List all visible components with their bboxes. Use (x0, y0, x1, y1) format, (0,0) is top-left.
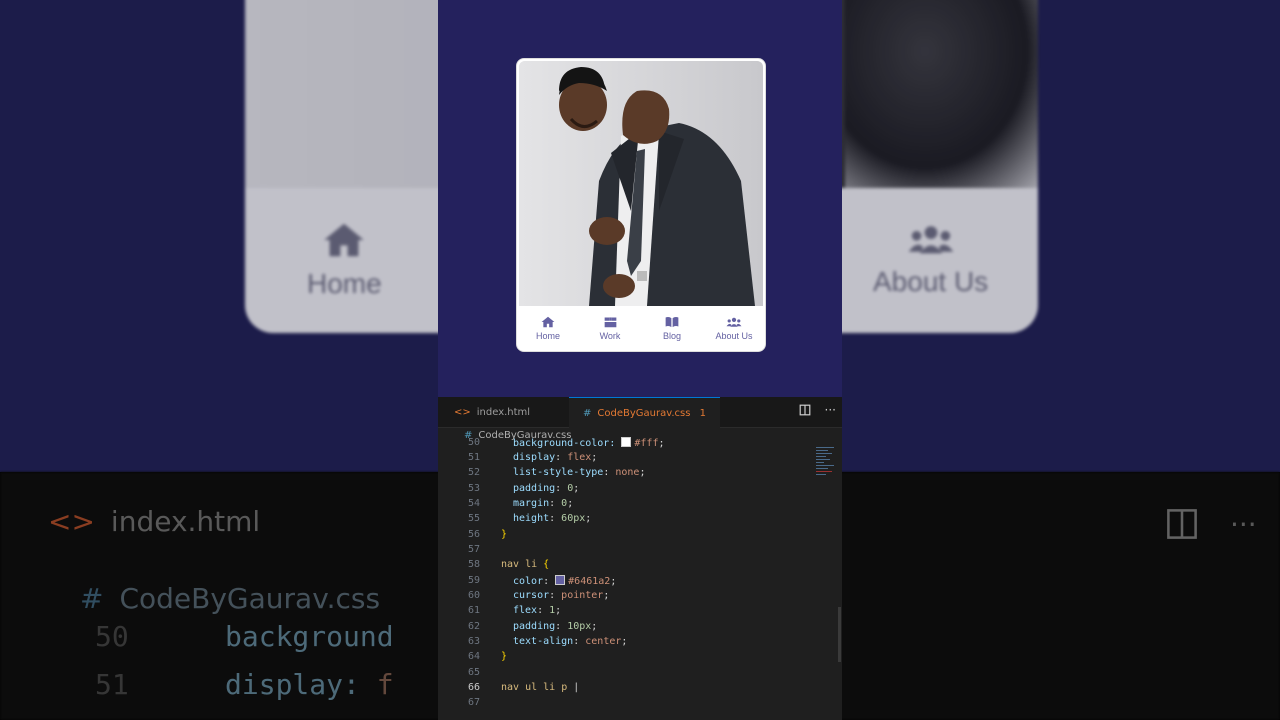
scrollbar[interactable] (838, 607, 841, 662)
center-panel: Home Work Blog About Us <> index.html # Co… (438, 0, 842, 720)
split-editor-icon[interactable] (799, 403, 815, 417)
code-line: padding: 10px; (513, 621, 598, 632)
background-line-number: 51 (95, 668, 129, 701)
line-number: 66 (467, 682, 480, 693)
line-number: 63 (467, 636, 480, 647)
code-line-current: nav ul li p | (501, 682, 579, 693)
background-code-value: f (376, 668, 394, 701)
line-number: 64 (467, 651, 480, 662)
code-line: display: flex; (513, 452, 598, 463)
html-icon: <> (454, 407, 471, 418)
background-file-label: CodeByGaurav.css (119, 582, 381, 615)
minimap[interactable] (816, 445, 838, 505)
line-number: 59 (467, 575, 480, 586)
code-line: height: 60px; (513, 513, 592, 524)
home-icon (541, 316, 555, 328)
profile-nav: Home Work Blog About Us (517, 307, 765, 351)
tab-label: CodeByGaurav.css (597, 408, 691, 419)
color-swatch[interactable] (555, 575, 566, 585)
line-number: 50 (467, 437, 480, 448)
code-line: list-style-type: none; (513, 467, 646, 478)
background-nav-about-label: About Us (873, 266, 989, 297)
code-line: padding: 0; (513, 483, 580, 494)
nav-item-label: Home (535, 331, 560, 341)
nav-item-work[interactable]: Work (579, 307, 641, 351)
line-number: 54 (467, 498, 480, 509)
code-line: cursor: pointer; (513, 590, 610, 601)
background-file: # CodeByGaurav.css (80, 582, 380, 615)
line-number: 52 (467, 467, 480, 478)
line-number: 61 (467, 605, 480, 616)
nav-item-home[interactable]: Home (517, 307, 579, 351)
code-line: } (501, 529, 508, 540)
tab-index-html[interactable]: <> index.html (440, 397, 544, 427)
code-line: text-align: center; (513, 636, 628, 647)
users-icon (908, 226, 953, 254)
split-editor-icon (1165, 507, 1199, 548)
users-icon (726, 317, 742, 327)
line-number: 53 (467, 483, 480, 494)
line-number: 62 (467, 621, 480, 632)
nav-item-label: About Us (715, 331, 753, 341)
profile-photo (519, 61, 763, 306)
tab-codebygaurav-css[interactable]: # CodeByGaurav.css 1 (569, 397, 721, 428)
profile-card: Home Work Blog About Us (516, 58, 766, 352)
code-line: flex: 1; (513, 605, 562, 616)
background-code-text: display: (225, 668, 377, 701)
background-code-line: 51 display: f (95, 668, 394, 701)
more-icon: ··· (1230, 508, 1257, 541)
line-number: 55 (467, 513, 480, 524)
line-number: 58 (467, 559, 480, 570)
nav-item-about-us[interactable]: About Us (703, 307, 765, 351)
current-line-text: nav ul li p (501, 682, 568, 693)
background-line-number: 50 (95, 620, 129, 653)
code-line: } (501, 651, 508, 662)
line-number: 67 (467, 697, 480, 708)
more-actions-icon[interactable]: ··· (825, 403, 836, 417)
html-icon: <> (48, 505, 95, 538)
home-icon (324, 223, 365, 257)
css-icon: # (583, 408, 592, 419)
background-nav-home: Home (307, 222, 382, 300)
code-editor: <> index.html # CodeByGaurav.css 1 ··· # Co… (438, 397, 842, 720)
tab-actions: ··· (789, 403, 836, 417)
background-code-line: 50 background (95, 620, 394, 653)
background-code-text: background (225, 620, 394, 653)
background-nav-about: About Us (873, 222, 988, 298)
line-number: 51 (467, 452, 480, 463)
background-nav-home-label: Home (307, 268, 382, 299)
code-line: color: #6461a2; (513, 575, 617, 587)
problem-count-badge: 1 (699, 408, 707, 419)
nav-item-label: Blog (662, 331, 681, 341)
line-number: 56 (467, 529, 480, 540)
nav-item-label: Work (599, 331, 621, 341)
line-number: 60 (467, 590, 480, 601)
man-in-suit-illustration (519, 61, 763, 306)
code-line: background-color: #fff; (513, 437, 665, 449)
background-tab-label: index.html (110, 505, 261, 538)
text-cursor: | (573, 682, 580, 693)
background-tab: <> index.html (48, 505, 260, 538)
book-icon (665, 317, 679, 328)
editor-tab-bar: <> index.html # CodeByGaurav.css 1 ··· (438, 397, 842, 428)
line-number: 65 (467, 667, 480, 678)
css-icon: # (80, 582, 104, 615)
nav-item-blog[interactable]: Blog (641, 307, 703, 351)
code-line: margin: 0; (513, 498, 574, 509)
box-icon (604, 317, 616, 328)
line-number: 57 (467, 544, 480, 555)
tab-label: index.html (476, 407, 531, 418)
code-line: nav li { (501, 559, 550, 570)
color-swatch[interactable] (621, 437, 632, 447)
